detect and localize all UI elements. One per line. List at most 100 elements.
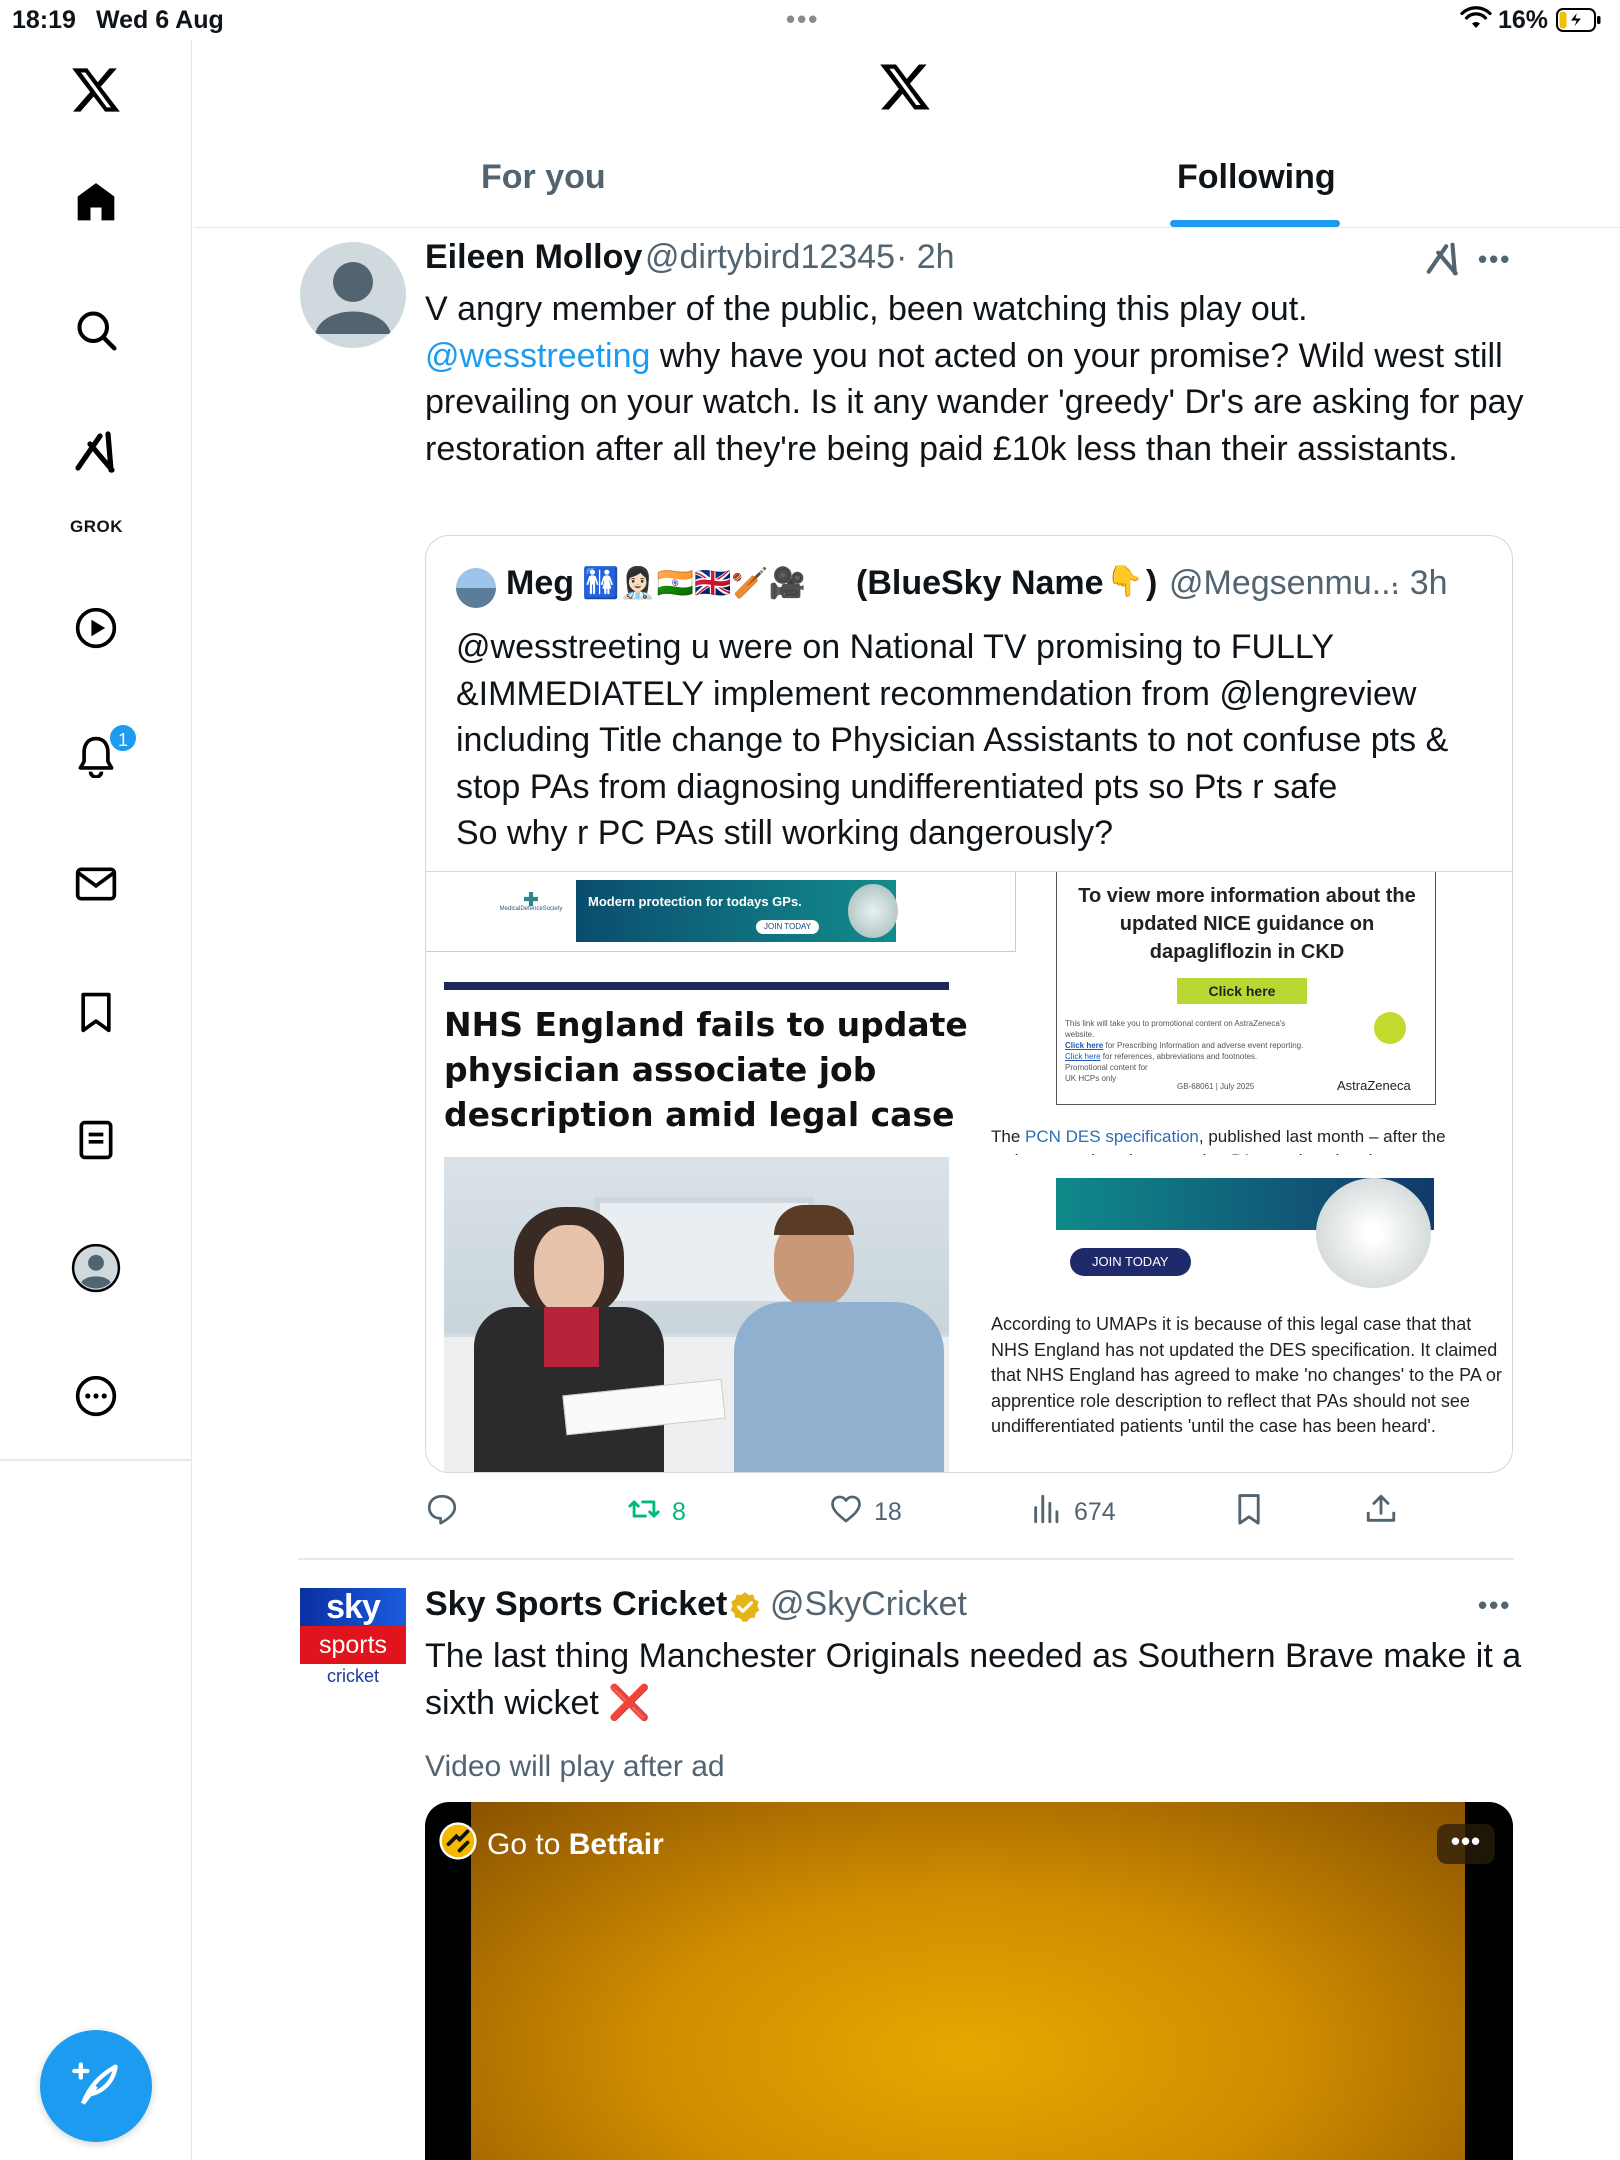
join-today-button: JOIN TODAY — [1070, 1248, 1191, 1276]
cricket-logo-text: cricket — [326, 1666, 379, 1686]
ad-banner: MedicalDefenceSociety Modern protection … — [426, 872, 1016, 952]
verified-badge-icon — [728, 1590, 762, 1629]
active-tab-indicator — [1170, 220, 1340, 227]
heart-hands-icon — [1316, 1178, 1431, 1288]
status-time: 18:19 — [12, 6, 76, 34]
multitasking-dots-icon[interactable]: ••• — [786, 4, 819, 35]
x-logo-icon[interactable] — [878, 62, 932, 117]
az-link-2: Click here — [1065, 1052, 1101, 1061]
az-code: GB-68061 | July 2025 — [1177, 1082, 1255, 1091]
timeline-header: For you Following — [194, 40, 1620, 228]
tab-for-you[interactable]: For you — [481, 158, 606, 197]
video-cta-brand: Betfair — [568, 1828, 664, 1861]
like-button[interactable]: 18 — [828, 1492, 902, 1533]
reply-button[interactable] — [425, 1492, 459, 1533]
quoted-tweet[interactable]: Meg 🚻👩🏻‍⚕️🇮🇳🇬🇧🏏🎥 (BlueSky Name 👇 ) @Megs… — [425, 535, 1513, 1473]
photo-person-face — [534, 1225, 604, 1315]
x-logo-icon[interactable] — [60, 54, 132, 126]
mail-icon[interactable] — [60, 848, 132, 920]
quote-image[interactable]: MedicalDefenceSociety Modern protection … — [426, 871, 1512, 1472]
az-fine-4: Promotional content for UK HCPs only — [1065, 1063, 1148, 1083]
sidebar-divider — [0, 1459, 192, 1461]
az-title: To view more information about the updat… — [1078, 885, 1416, 963]
compose-button[interactable] — [40, 2030, 152, 2142]
reply-icon — [425, 1492, 459, 1533]
battery-charging-icon — [1556, 8, 1602, 37]
bookmark-icon — [1232, 1492, 1266, 1533]
tweet-separator — [298, 1558, 1514, 1560]
ad-banner-text: Modern protection for todays GPs. — [588, 894, 802, 909]
quote-author-suffix[interactable]: (BlueSky Name — [856, 564, 1104, 603]
az-brand-logo: AstraZeneca — [1337, 1078, 1411, 1093]
author-handle[interactable]: @dirtybird12345 — [645, 238, 895, 277]
status-bar: 18:19 Wed 6 Aug ••• 16% — [0, 0, 1620, 40]
mention-link[interactable]: @wesstreeting — [425, 337, 650, 375]
tweet-text: V angry member of the public, been watch… — [425, 286, 1525, 472]
tweet-time[interactable]: · 2h — [896, 238, 955, 277]
quote-author-handle[interactable]: @Megsenmu... — [1169, 564, 1400, 603]
go-to-betfair-link[interactable]: Go to Betfair — [439, 1822, 664, 1868]
tweet-text-line: V angry member of the public, been watch… — [425, 290, 1308, 328]
grok-label: GROK — [70, 517, 123, 536]
more-circle-icon[interactable] — [60, 1360, 132, 1432]
more-options-icon[interactable]: ••• — [1478, 1590, 1511, 1621]
avatar[interactable] — [300, 242, 406, 348]
views-count: 674 — [1074, 1498, 1116, 1526]
photo-doctor-scrubs — [734, 1302, 944, 1472]
author-handle[interactable]: @SkyCricket — [770, 1585, 967, 1624]
like-icon — [828, 1492, 864, 1533]
quote-author-suffix-end: ) — [1146, 564, 1158, 602]
photo-doctor-hair — [774, 1205, 854, 1235]
battery-percentage: 16% — [1498, 6, 1549, 34]
az-fine-1: This link will take you to promotional c… — [1065, 1019, 1286, 1039]
video-more-options-button[interactable]: ••• — [1437, 1824, 1495, 1864]
video-ad-note: Video will play after ad — [425, 1750, 725, 1783]
views-button[interactable]: 674 — [1030, 1492, 1116, 1533]
repost-button[interactable]: 8 — [626, 1492, 686, 1533]
notification-badge: 1 — [108, 723, 138, 753]
az-link-1: Click here — [1065, 1041, 1104, 1050]
astrazeneca-ad: To view more information about the updat… — [1056, 872, 1436, 1105]
sidebar-nav: GROK 1 — [0, 40, 192, 2160]
article-paragraph-1: The PCN DES specification, published las… — [991, 1127, 1446, 1155]
status-date: Wed 6 Aug — [96, 6, 224, 34]
tab-following[interactable]: Following — [1177, 158, 1336, 197]
bookmark-button[interactable] — [1232, 1492, 1266, 1533]
search-icon[interactable] — [60, 294, 132, 366]
quote-author-emojis: 🚻👩🏻‍⚕️🇮🇳🇬🇧🏏🎥 — [582, 567, 807, 600]
tweet-text: The last thing Manchester Originals need… — [425, 1637, 1522, 1722]
author-name[interactable]: Eileen Molloy — [425, 238, 642, 277]
views-icon — [1030, 1492, 1064, 1533]
compose-icon — [70, 2058, 122, 2115]
join-banner: JOIN TODAY — [1056, 1178, 1434, 1290]
pcn-des-link: PCN DES specification — [1025, 1127, 1199, 1146]
wifi-icon — [1460, 6, 1492, 35]
quote-avatar[interactable] — [456, 568, 496, 608]
sports-logo-text: sports — [300, 1626, 406, 1664]
avatar[interactable]: sky sports cricket — [300, 1588, 406, 1694]
home-icon[interactable] — [60, 166, 132, 238]
video-player[interactable]: Go to Betfair ••• — [425, 1802, 1513, 2160]
az-dot — [1374, 1012, 1406, 1044]
list-icon[interactable] — [60, 1104, 132, 1176]
photo-person-top — [544, 1307, 599, 1367]
grok-icon[interactable] — [60, 422, 132, 482]
article-headline: NHS England fails to update physician as… — [444, 1005, 968, 1134]
repost-count: 8 — [672, 1498, 686, 1526]
betfair-logo-icon — [439, 1822, 477, 1868]
quote-author-name[interactable]: Meg — [506, 564, 574, 603]
sky-logo-text: sky — [300, 1588, 406, 1626]
more-options-icon[interactable]: ••• — [1478, 244, 1511, 275]
video-icon[interactable] — [60, 592, 132, 664]
article-photo — [444, 1157, 949, 1472]
heart-hands-icon — [848, 884, 898, 938]
az-click-here-button: Click here — [1177, 978, 1307, 1004]
author-name[interactable]: Sky Sports Cricket — [425, 1585, 727, 1624]
az-fine-3: for references, abbreviations and footno… — [1100, 1052, 1258, 1061]
profile-icon[interactable] — [60, 1232, 132, 1304]
share-button[interactable] — [1364, 1492, 1398, 1533]
bookmark-icon[interactable] — [60, 976, 132, 1048]
quote-time[interactable]: · 3h — [1389, 564, 1448, 603]
like-count: 18 — [874, 1498, 902, 1526]
grok-icon[interactable] — [1424, 240, 1462, 283]
